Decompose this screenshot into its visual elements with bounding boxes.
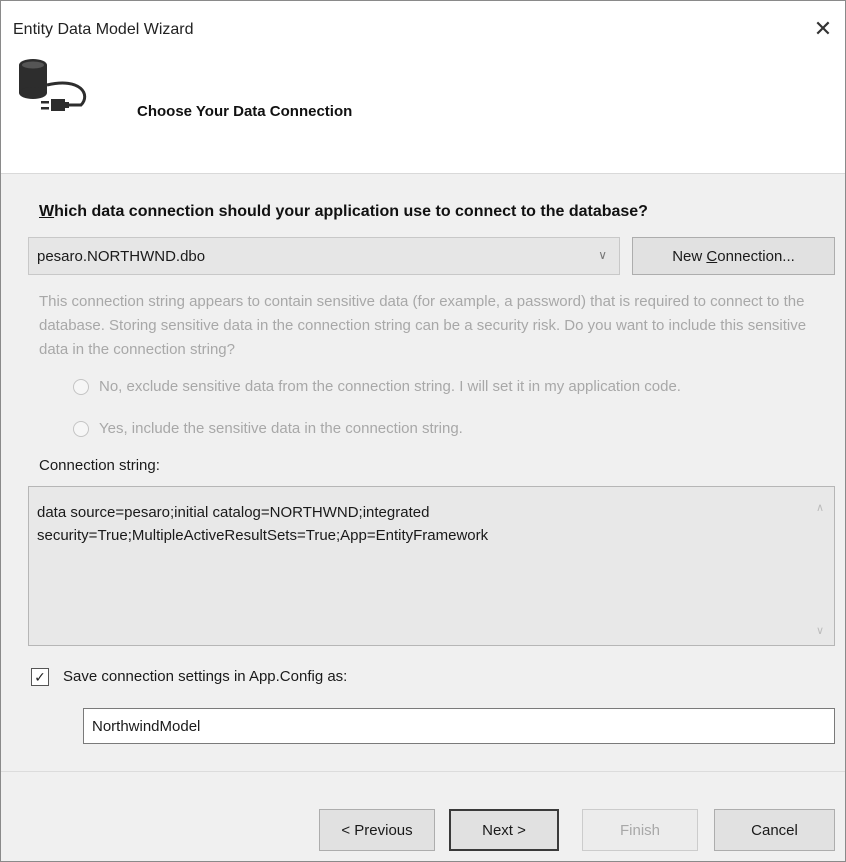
question-text: hich data connection should your applica… xyxy=(54,203,648,220)
new-connection-mnemonic: C xyxy=(706,247,718,265)
close-icon[interactable]: ✕ xyxy=(809,15,837,43)
scroll-down-icon[interactable]: ∨ xyxy=(816,624,824,637)
new-connection-label-end: onnection... xyxy=(717,247,795,265)
radio-button[interactable] xyxy=(73,378,89,395)
previous-button[interactable]: < Previous xyxy=(319,809,435,851)
save-settings-label[interactable]: Save connection settings in App.Config a… xyxy=(63,668,347,685)
new-connection-button[interactable]: New Connection... xyxy=(632,237,835,275)
wizard-header: Choose Your Data Connection xyxy=(1,59,845,174)
radio-exclude-sensitive[interactable]: No, exclude sensitive data from the conn… xyxy=(73,378,681,395)
radio-button[interactable] xyxy=(73,420,89,437)
connection-string-value: data source=pesaro;initial catalog=NORTH… xyxy=(37,504,489,544)
window-title: Entity Data Model Wizard xyxy=(13,21,194,38)
connection-question: Which data connection should your applic… xyxy=(39,203,648,221)
scroll-up-icon[interactable]: ∧ xyxy=(816,501,824,514)
new-connection-label-start: New xyxy=(672,247,707,265)
footer-divider xyxy=(1,771,845,772)
wizard-window: Entity Data Model Wizard ✕ Choose Your D… xyxy=(0,0,846,862)
database-plug-icon xyxy=(19,59,87,111)
model-name-input[interactable] xyxy=(83,708,835,744)
question-mnemonic: W xyxy=(39,203,55,220)
connection-select-value: pesaro.NORTHWND.dbo xyxy=(37,248,206,265)
sensitive-data-notice: This connection string appears to contai… xyxy=(39,293,807,358)
radio-exclude-label: No, exclude sensitive data from the conn… xyxy=(99,378,681,395)
cancel-button[interactable]: Cancel xyxy=(714,809,835,851)
page-title: Choose Your Data Connection xyxy=(137,103,353,120)
connection-string-label: Connection string: xyxy=(39,457,160,474)
connection-select[interactable]: pesaro.NORTHWND.dbo ∨ xyxy=(28,237,620,275)
next-button[interactable]: Next > xyxy=(449,809,559,851)
radio-include-label: Yes, include the sensitive data in the c… xyxy=(99,420,463,437)
connection-string-box[interactable]: data source=pesaro;initial catalog=NORTH… xyxy=(28,486,835,646)
chevron-down-icon[interactable]: ∨ xyxy=(598,248,607,262)
radio-include-sensitive[interactable]: Yes, include the sensitive data in the c… xyxy=(73,420,463,437)
finish-button[interactable]: Finish xyxy=(582,809,698,851)
title-bar: Entity Data Model Wizard ✕ xyxy=(1,1,845,63)
save-settings-checkbox[interactable]: ✓ xyxy=(31,668,49,686)
